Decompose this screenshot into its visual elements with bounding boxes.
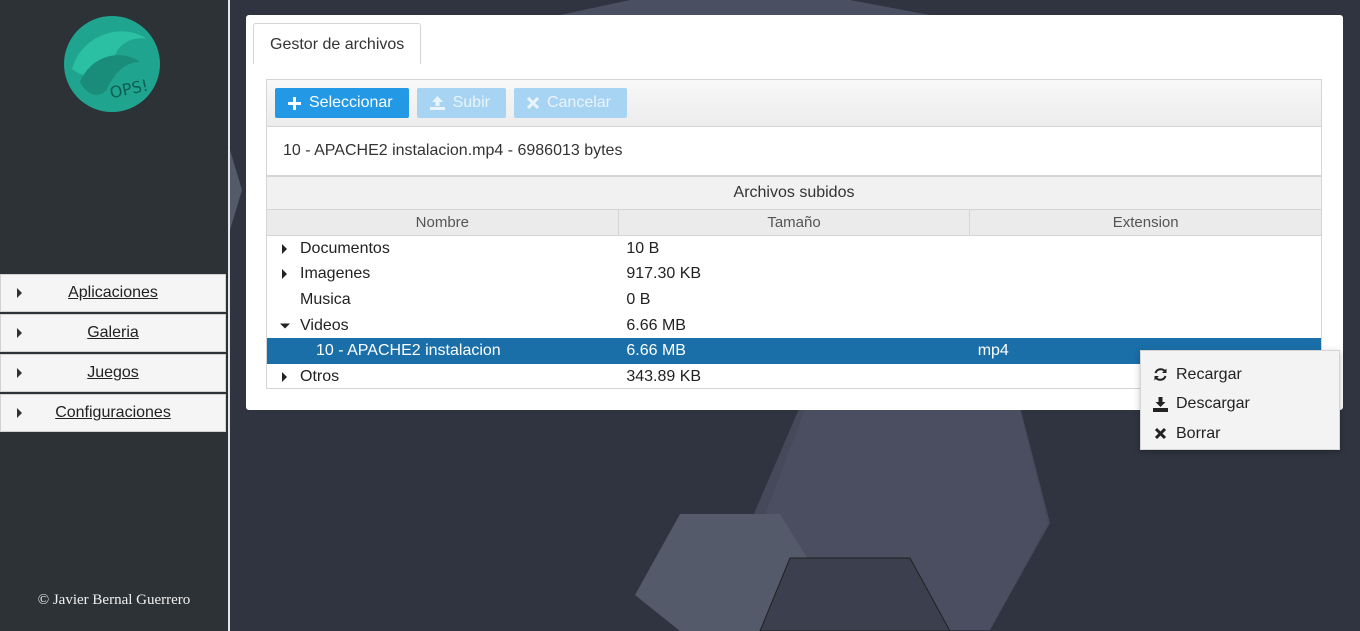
row-name: Musica <box>300 290 351 308</box>
context-item-borrar[interactable]: Borrar <box>1141 419 1339 449</box>
row-size: 917.30 KB <box>626 265 702 283</box>
caret-right-icon <box>17 288 22 298</box>
context-item-label: Borrar <box>1176 424 1221 442</box>
tree-row-videos[interactable]: Videos 6.66 MB <box>267 313 1321 339</box>
plus-icon <box>288 96 301 110</box>
expand-icon[interactable] <box>282 269 287 280</box>
menu-item-label[interactable]: Aplicaciones <box>68 284 158 302</box>
cancel-button-label: Cancelar <box>546 94 611 111</box>
download-icon <box>1153 396 1168 412</box>
uploader-toolbar: Seleccionar Subir Cancelar <box>267 80 1321 127</box>
select-button-label: Seleccionar <box>309 94 393 111</box>
tab-gestor-de-archivos[interactable]: Gestor de archivos <box>253 23 422 64</box>
refresh-icon <box>1154 368 1167 382</box>
row-size: 343.89 KB <box>626 367 702 385</box>
menu-item-label[interactable]: Galeria <box>87 324 139 342</box>
upload-button-label: Subir <box>452 94 490 111</box>
file-uploader: Seleccionar Subir Cancelar 10 - APACHE2 … <box>266 79 1322 176</box>
tree-row-musica[interactable]: Musica 0 B <box>267 287 1321 313</box>
context-menu: Recargar Descargar Borrar <box>1140 350 1340 450</box>
tree-row-imagenes[interactable]: Imagenes 917.30 KB <box>267 262 1321 288</box>
close-icon <box>1154 428 1167 440</box>
column-header-extension[interactable]: Extension <box>970 210 1321 235</box>
row-size: 6.66 MB <box>626 342 686 360</box>
selected-file-info: 10 - APACHE2 instalacion.mp4 - 6986013 b… <box>283 142 623 159</box>
row-name: Documentos <box>300 239 390 257</box>
row-size: 10 B <box>626 239 660 257</box>
tree-header: Nombre Tamaño Extension <box>267 210 1321 236</box>
tree-caption: Archivos subidos <box>267 177 1321 210</box>
column-header-nombre[interactable]: Nombre <box>267 210 619 235</box>
context-item-label: Descargar <box>1176 395 1250 413</box>
caret-right-icon <box>17 368 22 378</box>
menu-item-configuraciones[interactable]: Configuraciones <box>0 394 226 432</box>
caret-right-icon <box>17 328 22 338</box>
menu-item-aplicaciones[interactable]: Aplicaciones <box>0 274 226 312</box>
context-item-recargar[interactable]: Recargar <box>1141 360 1339 390</box>
select-button[interactable]: Seleccionar <box>275 88 409 118</box>
row-size: 0 B <box>626 290 651 308</box>
menu-item-juegos[interactable]: Juegos <box>0 354 226 392</box>
main-menu: Aplicaciones Galeria Juegos Configuracio… <box>0 274 226 434</box>
row-name: Otros <box>300 367 340 385</box>
tree-row-documentos[interactable]: Documentos 10 B <box>267 236 1321 262</box>
expand-icon[interactable] <box>282 371 287 382</box>
context-item-label: Recargar <box>1176 365 1242 383</box>
collapse-icon[interactable] <box>280 323 290 329</box>
menu-item-label[interactable]: Juegos <box>87 364 139 382</box>
sidebar: OPS! Aplicaciones Galeria Juegos Configu… <box>0 0 230 631</box>
row-name: 10 - APACHE2 instalacion <box>316 342 501 360</box>
copyright: © Javier Bernal Guerrero <box>37 592 191 608</box>
tab-bar: Gestor de archivos <box>253 23 422 64</box>
row-name: Imagenes <box>300 265 371 283</box>
ops-logo: OPS! <box>62 14 164 114</box>
context-item-descargar[interactable]: Descargar <box>1141 390 1339 420</box>
cancel-button[interactable]: Cancelar <box>513 88 627 118</box>
upload-button[interactable]: Subir <box>416 88 506 118</box>
close-icon <box>526 97 539 109</box>
column-header-tamano[interactable]: Tamaño <box>619 210 971 235</box>
row-size: 6.66 MB <box>626 316 686 334</box>
menu-item-galeria[interactable]: Galeria <box>0 314 226 352</box>
caret-right-icon <box>17 408 22 418</box>
row-name: Videos <box>300 316 349 334</box>
upload-icon <box>429 96 445 110</box>
expand-icon[interactable] <box>282 243 287 254</box>
menu-item-label[interactable]: Configuraciones <box>55 404 171 422</box>
